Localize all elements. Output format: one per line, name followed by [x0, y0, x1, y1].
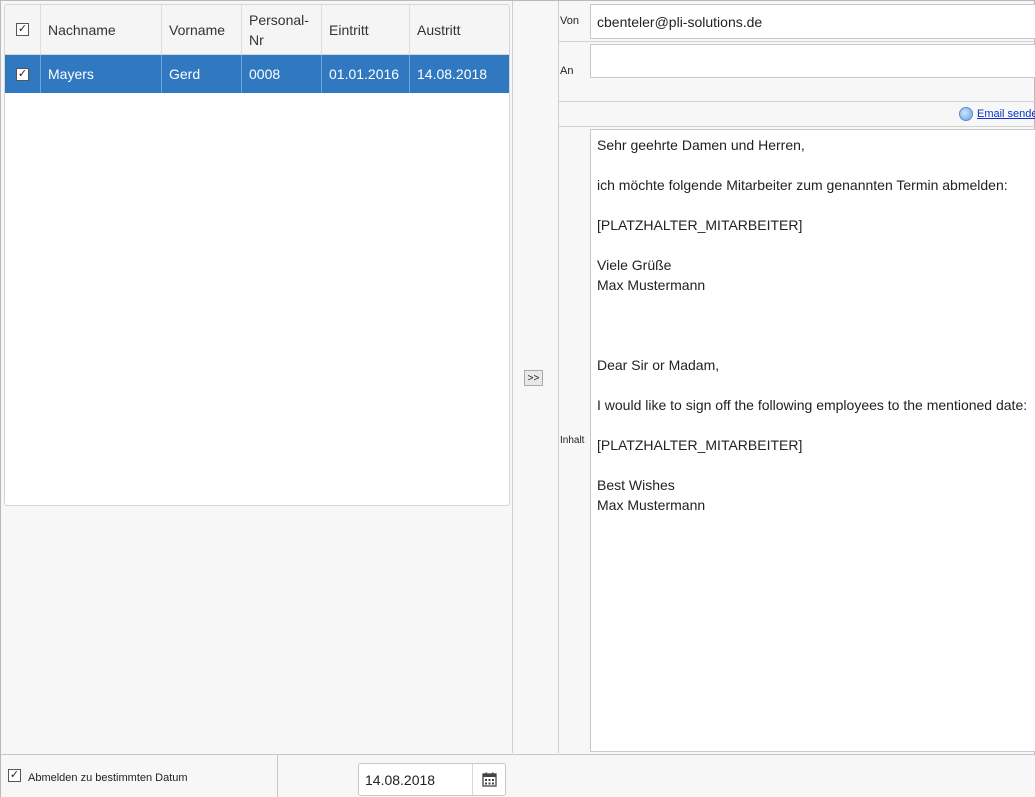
calendar-icon [481, 772, 497, 787]
email-body-line: Max Mustermann [597, 497, 706, 513]
email-body-line [597, 295, 1033, 315]
employee-table: ✓ Nachname Vorname Personal-Nr Eintritt … [4, 4, 510, 506]
header-austritt[interactable]: Austritt [410, 5, 509, 54]
an-label: An [560, 65, 574, 77]
date-input[interactable]: 14.08.2018 [359, 764, 473, 795]
employee-signoff-window: ✓ Nachname Vorname Personal-Nr Eintritt … [0, 0, 1035, 797]
signoff-date-label: Abmelden zu bestimmten Datum [28, 772, 188, 784]
email-body-line: Sehr geehrte Damen und Herren, [597, 137, 805, 153]
header-nachname[interactable]: Nachname [41, 5, 162, 54]
send-email-link[interactable]: Email senden [959, 107, 1035, 121]
table-header: ✓ Nachname Vorname Personal-Nr Eintritt … [5, 5, 509, 55]
header-select-all-cell: ✓ [5, 5, 41, 54]
email-body-line [597, 455, 1033, 475]
calendar-button[interactable] [473, 764, 505, 795]
email-body-line [597, 235, 1033, 255]
splitter-left [512, 1, 513, 753]
email-body-line: I would like to sign off the following e… [597, 397, 1028, 413]
row-select-cell: ✓ [5, 55, 41, 93]
email-body-line [597, 415, 1033, 435]
transfer-button[interactable]: >> [524, 370, 543, 386]
email-body-line [597, 155, 1033, 175]
send-email-label[interactable]: Email senden [977, 108, 1035, 120]
divider [558, 41, 1035, 42]
email-body-line: [PLATZHALTER_MITARBEITER] [597, 437, 803, 453]
cell-nachname: Mayers [41, 55, 162, 93]
cell-eintritt: 01.01.2016 [322, 55, 410, 93]
cell-vorname: Gerd [162, 55, 242, 93]
email-body-line [597, 335, 1033, 355]
email-body-content: Sehr geehrte Damen und Herren, ich möchte… [597, 135, 1033, 515]
von-field[interactable]: cbenteler@pli-solutions.de [590, 4, 1035, 39]
cell-personal-nr: 0008 [242, 55, 322, 93]
row-checkbox[interactable]: ✓ [16, 67, 29, 81]
email-body-line: [PLATZHALTER_MITARBEITER] [597, 217, 803, 233]
email-body-line: Viele Grüße [597, 257, 672, 273]
footer-divider [277, 754, 278, 797]
divider [558, 101, 1035, 102]
signoff-date-checkbox[interactable]: ✓ [8, 769, 21, 782]
select-all-checkbox[interactable]: ✓ [16, 23, 29, 36]
an-field[interactable] [590, 44, 1035, 78]
email-body-textarea[interactable]: Sehr geehrte Damen und Herren, ich möchte… [590, 129, 1035, 752]
header-vorname[interactable]: Vorname [162, 5, 242, 54]
table-row[interactable]: ✓ Mayers Gerd 0008 01.01.2016 14.08.2018 [5, 55, 509, 93]
divider [558, 126, 1035, 127]
email-body-line [597, 195, 1033, 215]
von-label: Von [560, 15, 579, 27]
email-body-line: Dear Sir or Madam, [597, 357, 720, 373]
email-body-line [597, 375, 1033, 395]
header-personal-nr[interactable]: Personal-Nr [242, 5, 322, 54]
send-email-icon [959, 107, 973, 121]
date-picker[interactable]: 14.08.2018 [358, 763, 506, 796]
email-body-line: Max Mustermann [597, 277, 706, 293]
email-body-line: ich möchte folgende Mitarbeiter zum gena… [597, 177, 1008, 193]
inhalt-label: Inhalt [560, 435, 585, 446]
cell-austritt: 14.08.2018 [417, 66, 488, 82]
email-body-line: Best Wishes [597, 477, 675, 493]
header-eintritt[interactable]: Eintritt [322, 5, 410, 54]
splitter-right [558, 1, 559, 753]
email-body-line [597, 315, 1033, 335]
